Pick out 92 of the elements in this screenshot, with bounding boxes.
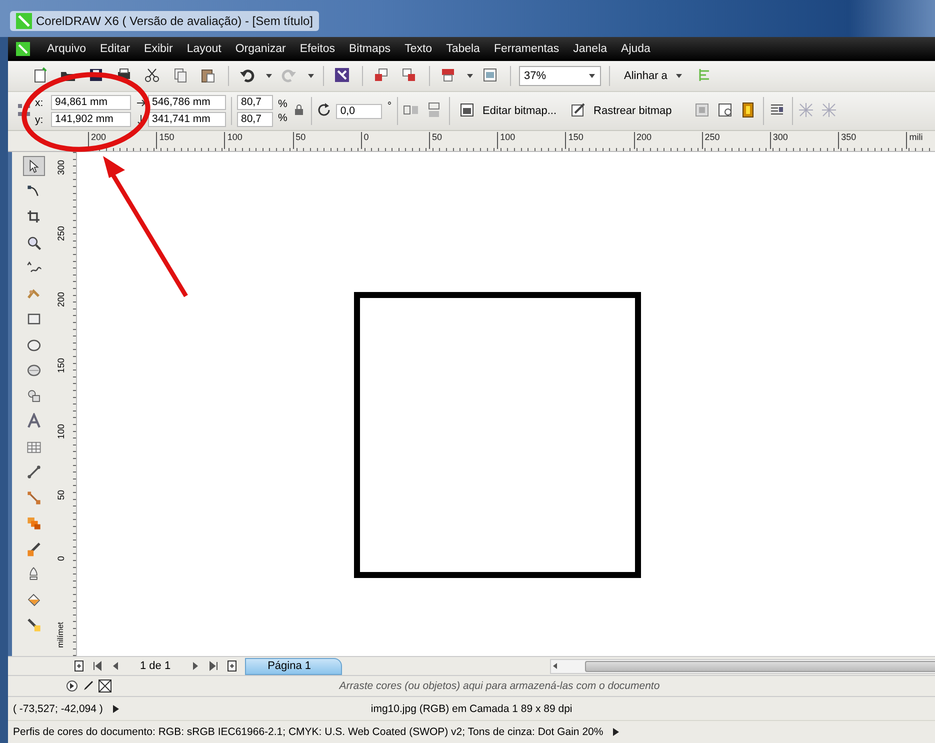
caret-icon[interactable] [307, 72, 315, 80]
color-profiles-text: Perfis de cores do documento: RGB: sRGB IEC61966-2.1; CMYK: U.S. Web Coated (SWOP) v2; Tons de cinza: Dot Gain 20% [13, 726, 604, 738]
ruler-label: 50 [428, 132, 498, 149]
caret-icon [588, 72, 596, 80]
menu-item[interactable]: Organizar [228, 41, 293, 57]
trace-bitmap-button[interactable]: Rastrear bitmap [566, 100, 676, 122]
dimension-tool-icon [26, 464, 42, 480]
menu-item[interactable]: Texto [398, 41, 440, 57]
ruler-label: 200 [634, 132, 702, 149]
app-logo-icon [16, 42, 30, 56]
snap-dropdown[interactable]: Alinhar a [618, 69, 690, 83]
caret-icon [675, 72, 684, 80]
scale-y-field[interactable]: 80,7 [237, 112, 273, 127]
x-label: x: [35, 96, 44, 108]
width-field[interactable]: 546,786 mm [148, 95, 226, 110]
basic-shapes-tool-icon [26, 388, 42, 404]
ruler-label: 150 [56, 358, 67, 376]
window-title: CorelDRAW X6 ( Versão de avaliação) - [Sem título] [36, 14, 313, 28]
fill-tool-icon [26, 592, 42, 608]
caret-icon[interactable] [265, 72, 273, 80]
cursor-coordinates: ( -73,527; -42,094 ) [13, 702, 103, 714]
ruler-label: 0 [360, 132, 429, 149]
menu-item[interactable]: Arquivo [40, 41, 93, 57]
eyedropper-tool-icon [26, 540, 42, 556]
page-tab[interactable]: Página 1 [244, 658, 342, 674]
zoom-tool-icon [26, 234, 42, 250]
palette-menu-icon[interactable] [66, 680, 78, 692]
percent-unit: % [278, 98, 288, 110]
scale-x-field[interactable]: 80,7 [237, 95, 273, 110]
x-position-field[interactable]: 94,861 mm [51, 95, 131, 110]
expand-arrow-icon[interactable] [613, 728, 620, 736]
menu-item[interactable]: Tabela [439, 41, 487, 57]
page-counter: 1 de 1 [140, 660, 171, 672]
zoom-value: 37% [524, 70, 546, 82]
menu-item[interactable]: Ferramentas [486, 41, 566, 57]
menu-item[interactable]: Efeitos [292, 41, 342, 57]
percent-unit: % [278, 112, 288, 124]
first-page-icon[interactable] [92, 660, 102, 672]
rectangle-tool-icon [26, 311, 42, 327]
menu-item[interactable]: Layout [180, 41, 228, 57]
pointer-tool[interactable] [23, 156, 45, 176]
ruler-label: 200 [56, 292, 67, 310]
app-logo-icon [16, 12, 32, 28]
y-position-field[interactable]: 141,902 mm [51, 112, 131, 127]
height-field[interactable]: 341,741 mm [148, 112, 226, 127]
ruler-label: 50 [292, 132, 361, 149]
object-info: img10.jpg (RGB) em Camada 1 89 x 89 dpi [370, 702, 572, 714]
zoom-dropdown[interactable]: 37% [519, 66, 601, 86]
ruler-label: 300 [56, 160, 67, 178]
ruler-label: 200 [88, 132, 156, 149]
degree-unit: ° [387, 100, 392, 112]
ruler-label: 250 [702, 132, 770, 149]
connector-tool-icon [26, 490, 42, 506]
edit-bitmap-button[interactable]: Editar bitmap... [454, 100, 561, 122]
ruler-label: 350 [838, 132, 906, 149]
ruler-label: 100 [56, 424, 67, 442]
ruler-label: milímet [56, 622, 66, 648]
add-page-icon[interactable] [74, 660, 84, 672]
crop-tool-icon [26, 209, 42, 225]
text-tool-icon [26, 413, 42, 429]
palette-hint: Arraste cores (ou objetos) aqui para armazená-las com o documento [338, 680, 661, 692]
polygon-tool-icon [26, 362, 42, 378]
ruler-label: 100 [497, 132, 566, 149]
y-label: y: [35, 114, 44, 126]
rotation-field[interactable]: 0,0 [336, 104, 382, 118]
menu-item[interactable]: Ajuda [614, 41, 658, 57]
expand-arrow-icon[interactable] [112, 704, 119, 712]
ruler-label: 250 [56, 226, 67, 244]
last-page-icon[interactable] [208, 660, 219, 672]
application-launcher-icon[interactable] [334, 67, 352, 85]
menu-item[interactable]: Janela [566, 41, 614, 57]
ruler-label: mili [906, 132, 923, 149]
ruler-label: 150 [156, 132, 224, 149]
width-arrow-icon [136, 96, 146, 108]
horizontal-scrollbar[interactable] [550, 658, 935, 674]
ruler-label: 100 [224, 132, 293, 149]
ruler-label: 150 [565, 132, 634, 149]
no-color-icon[interactable] [98, 679, 112, 693]
add-page-icon[interactable] [226, 660, 237, 672]
scroll-left-icon[interactable] [551, 662, 560, 670]
blend-tool-icon [26, 515, 42, 531]
menu-item[interactable]: Bitmaps [342, 41, 398, 57]
menu-item[interactable]: Exibir [137, 41, 180, 57]
ruler-label: 300 [770, 132, 838, 149]
cut-icon[interactable] [144, 67, 162, 85]
ruler-label: 50 [56, 490, 67, 502]
eyedropper-icon[interactable] [82, 680, 94, 692]
ruler-label: 0 [56, 556, 67, 564]
interactive-fill-tool-icon [26, 617, 42, 633]
caret-icon[interactable] [466, 72, 474, 80]
undo-icon[interactable] [239, 67, 257, 85]
menu-item[interactable]: Editar [93, 41, 138, 57]
